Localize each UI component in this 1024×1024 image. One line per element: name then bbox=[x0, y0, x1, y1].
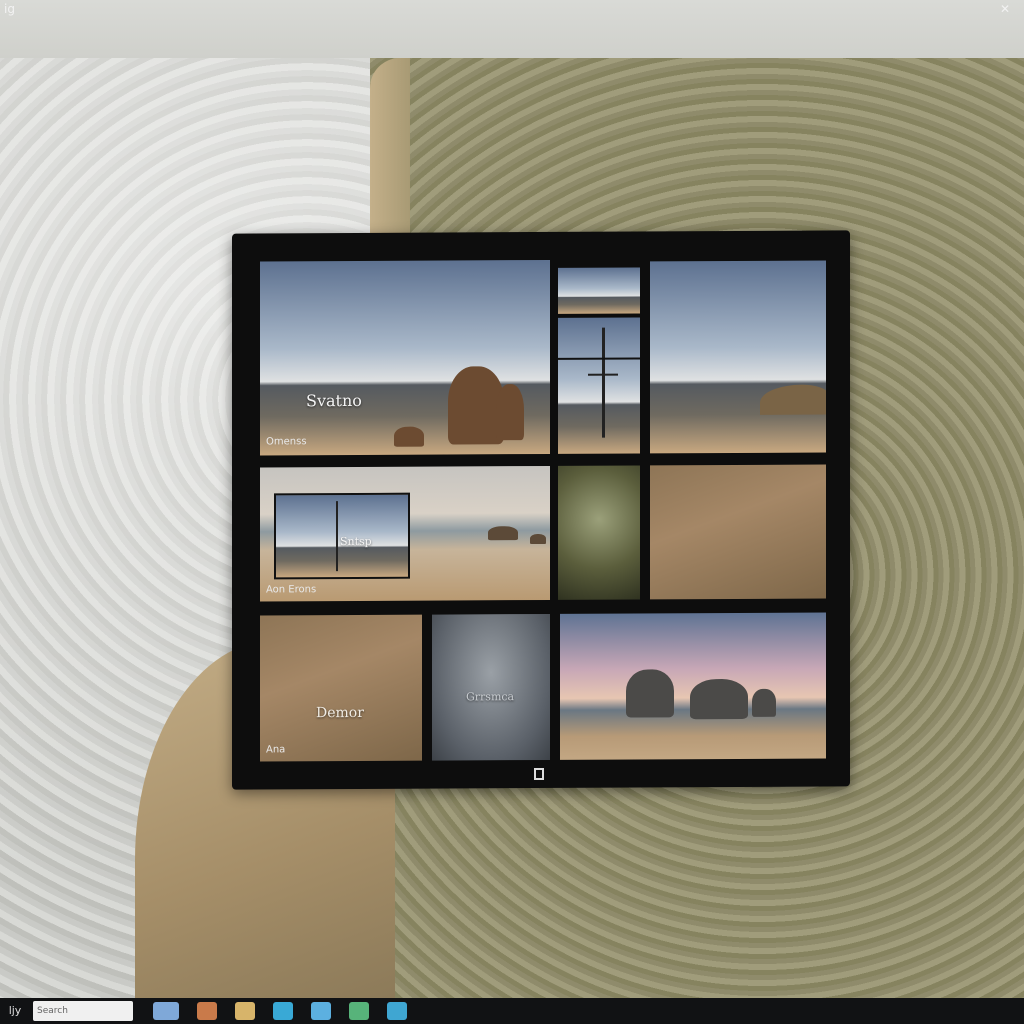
square-icon[interactable] bbox=[534, 767, 544, 781]
taskbar: ljy Search bbox=[0, 998, 1024, 1024]
photo-tile-beach[interactable]: Sntsp Aon Erons bbox=[260, 465, 550, 602]
inset-label: Sntsp bbox=[340, 534, 372, 549]
app-3-icon[interactable] bbox=[235, 1002, 255, 1020]
wallpaper-ridge bbox=[370, 58, 410, 248]
start-button[interactable]: ljy bbox=[0, 998, 30, 1024]
photo-tile-tower[interactable] bbox=[558, 317, 640, 454]
tile-title: Demor bbox=[316, 704, 364, 722]
app-4-icon[interactable] bbox=[273, 1002, 293, 1020]
photo-tile-seastack[interactable]: Svatno Omenss bbox=[260, 259, 550, 456]
app-2-icon[interactable] bbox=[197, 1002, 217, 1020]
tile-subtitle: Aon Erons bbox=[266, 584, 317, 596]
photo-tile-sunset[interactable] bbox=[560, 612, 826, 760]
photo-tile-clouds[interactable]: Grrsmca bbox=[432, 613, 550, 761]
app-5-icon[interactable] bbox=[311, 1002, 331, 1020]
tile-title: Grrsmca bbox=[466, 690, 515, 704]
photo-tile-sand[interactable]: Demor Ana bbox=[260, 614, 422, 762]
app-6-icon[interactable] bbox=[349, 1002, 369, 1020]
tile-title: Svatno bbox=[306, 390, 362, 411]
inset-photo[interactable]: Sntsp bbox=[274, 492, 410, 580]
photo-grid-window[interactable]: Svatno Omenss Sntsp Aon Erons Demor Ana … bbox=[232, 230, 850, 790]
photo-tile-plant[interactable] bbox=[558, 465, 640, 600]
wallpaper-top-band bbox=[0, 0, 1024, 58]
close-icon[interactable]: ✕ bbox=[1000, 2, 1010, 16]
photo-tile-dune[interactable] bbox=[650, 464, 826, 600]
app-1-icon[interactable] bbox=[153, 1002, 179, 1020]
photo-tile-coast[interactable] bbox=[650, 260, 826, 454]
photo-tile-sky-small[interactable] bbox=[558, 267, 640, 314]
search-input[interactable]: Search bbox=[33, 1001, 133, 1021]
tile-subtitle: Omenss bbox=[266, 436, 307, 448]
top-left-glyph: ig bbox=[4, 2, 15, 16]
tile-subtitle: Ana bbox=[266, 744, 286, 756]
app-7-icon[interactable] bbox=[387, 1002, 407, 1020]
